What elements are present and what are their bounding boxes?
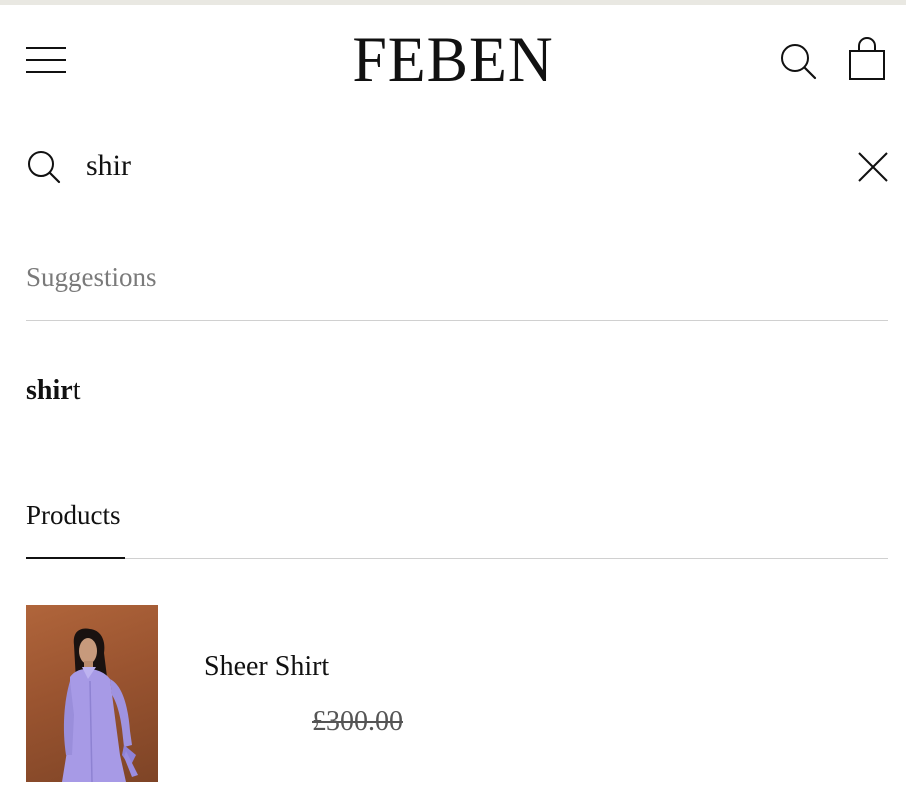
product-thumbnail[interactable] <box>26 605 158 782</box>
site-logo[interactable]: FEBEN <box>0 25 906 94</box>
products-heading[interactable]: Products <box>26 500 121 531</box>
search-icon <box>28 151 61 184</box>
site-header: FEBEN <box>0 5 906 113</box>
suggestion-match: shir <box>26 375 73 406</box>
suggestions-heading: Suggestions <box>26 262 157 292</box>
close-icon[interactable] <box>856 150 890 184</box>
search-bar <box>0 140 906 194</box>
products-tab-underline <box>26 557 125 559</box>
product-image <box>62 628 138 782</box>
suggestion-item[interactable]: shirt <box>26 375 80 407</box>
search-input[interactable] <box>86 146 826 186</box>
suggestions-divider <box>26 320 888 321</box>
product-item[interactable]: Sheer Shirt £300.00 <box>26 605 888 783</box>
shopping-bag-icon <box>849 37 885 80</box>
products-divider <box>26 558 888 559</box>
header-search-button[interactable] <box>779 42 817 80</box>
search-icon <box>781 44 817 80</box>
product-price: £300.00 <box>312 706 403 737</box>
product-name[interactable]: Sheer Shirt <box>204 651 329 683</box>
suggestion-rest: t <box>72 375 81 406</box>
cart-button[interactable] <box>847 37 887 81</box>
